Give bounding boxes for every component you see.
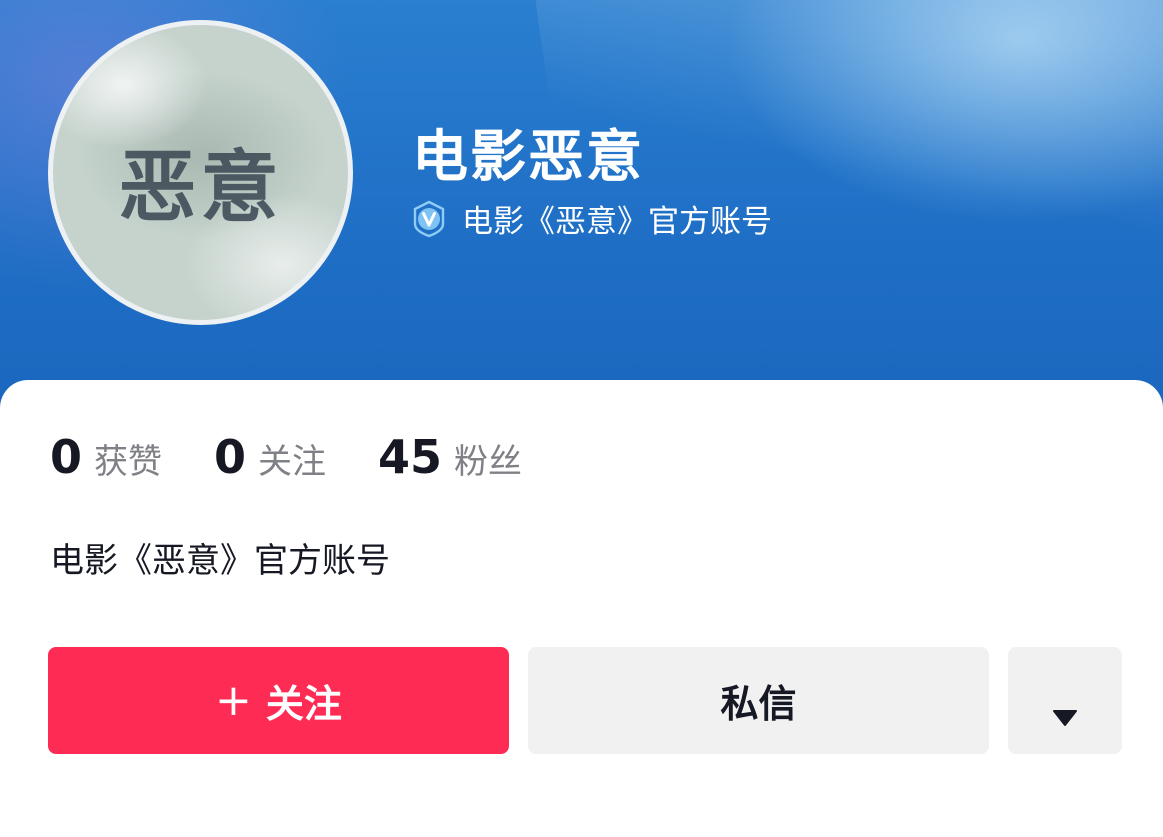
stat-followers[interactable]: 45 粉丝 [378,430,522,484]
stat-followers-count: 45 [378,430,443,484]
plus-icon: + [215,674,252,726]
stat-likes[interactable]: 0 获赞 [50,430,162,484]
message-button[interactable]: 私信 [528,647,989,754]
stat-following-count: 0 [214,430,247,484]
follow-button-label: 关注 [265,682,342,726]
stat-likes-count: 0 [50,430,83,484]
stat-likes-label: 获赞 [94,442,163,482]
stat-following-label: 关注 [258,442,327,482]
avatar[interactable]: 恶意 [48,20,353,325]
stat-followers-label: 粉丝 [454,442,523,482]
profile-name: 电影恶意 [412,125,644,190]
stats-row: 0 获赞 0 关注 45 粉丝 [50,430,574,484]
verified-badge-icon [410,200,448,238]
verification-text: 电影《恶意》官方账号 [462,204,772,240]
more-options-button[interactable] [1008,647,1122,754]
stat-following[interactable]: 0 关注 [214,430,326,484]
avatar-logo-text: 恶意 [118,142,283,233]
triangle-down-icon [1052,692,1078,726]
follow-button[interactable]: + 关注 [48,647,509,754]
profile-bio: 电影《恶意》官方账号 [50,541,390,581]
verification-row: 电影《恶意》官方账号 [410,196,772,241]
message-button-label: 私信 [720,682,797,726]
